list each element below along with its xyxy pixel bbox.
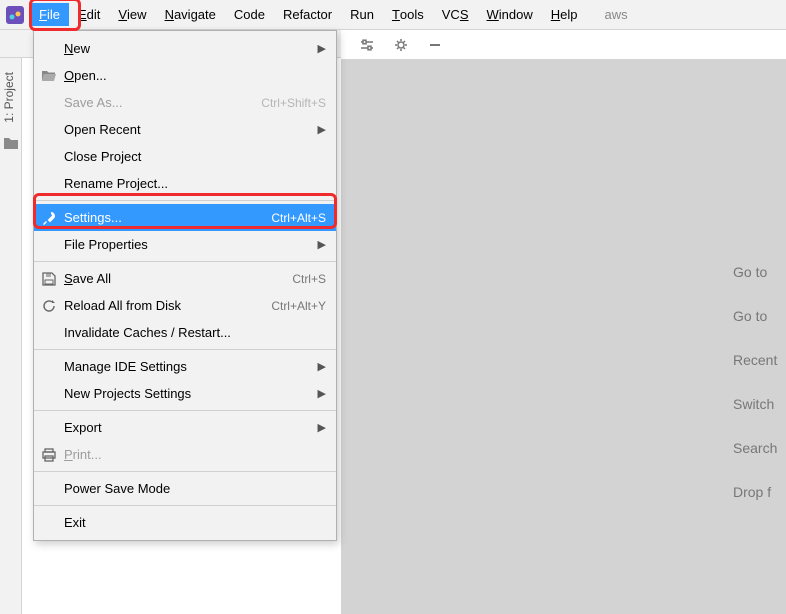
menu-item-label: File Properties [64, 237, 318, 252]
menu-item-label: New [64, 41, 318, 56]
gear-icon[interactable] [393, 37, 409, 53]
menu-separator [34, 261, 336, 262]
menu-item-close-project[interactable]: Close Project [34, 143, 336, 170]
menu-item-new-projects-settings[interactable]: New Projects Settings▶ [34, 380, 336, 407]
menu-item-reload-all-from-disk[interactable]: Reload All from DiskCtrl+Alt+Y [34, 292, 336, 319]
file-menu-dropdown: New▶Open...Save As...Ctrl+Shift+SOpen Re… [33, 30, 337, 541]
menubar: FileEditViewNavigateCodeRefactorRunTools… [0, 0, 786, 30]
wrench-icon [40, 210, 58, 226]
menu-item-label: Invalidate Caches / Restart... [64, 325, 326, 340]
menu-item-label: Manage IDE Settings [64, 359, 318, 374]
editor-area [341, 30, 786, 614]
menu-separator [34, 349, 336, 350]
save-icon [40, 271, 58, 287]
menu-item-label: Save As... [64, 95, 261, 110]
menu-item-label: Save All [64, 271, 292, 286]
chevron-right-icon: ▶ [318, 421, 326, 434]
menu-item-label: Open... [64, 68, 326, 83]
menu-item-shortcut: Ctrl+Shift+S [261, 96, 326, 110]
menu-item-rename-project[interactable]: Rename Project... [34, 170, 336, 197]
menu-item-label: Exit [64, 515, 326, 530]
menu-run[interactable]: Run [341, 3, 383, 26]
menu-window[interactable]: Window [478, 3, 542, 26]
menu-item-save-all[interactable]: Save AllCtrl+S [34, 265, 336, 292]
menu-item-shortcut: Ctrl+Alt+S [271, 211, 326, 225]
chevron-right-icon: ▶ [318, 42, 326, 55]
menu-item-label: Settings... [64, 210, 271, 225]
menu-separator [34, 505, 336, 506]
menu-view[interactable]: View [109, 3, 155, 26]
menu-item-new[interactable]: New▶ [34, 35, 336, 62]
welcome-hints: Go toGo toRecentSwitchSearchDrop f [733, 250, 786, 514]
menu-item-shortcut: Ctrl+S [292, 272, 326, 286]
menu-item-shortcut: Ctrl+Alt+Y [271, 299, 326, 313]
chevron-right-icon: ▶ [318, 360, 326, 373]
menu-item-label: New Projects Settings [64, 386, 318, 401]
menu-item-manage-ide-settings[interactable]: Manage IDE Settings▶ [34, 353, 336, 380]
menu-help[interactable]: Help [542, 3, 587, 26]
editor-toolbar [341, 30, 786, 60]
menu-item-export[interactable]: Export▶ [34, 414, 336, 441]
welcome-hint-line: Search [733, 426, 786, 470]
menu-item-save-as: Save As...Ctrl+Shift+S [34, 89, 336, 116]
menu-separator [34, 471, 336, 472]
welcome-hint-line: Go to [733, 250, 786, 294]
menu-item-invalidate-caches-restart[interactable]: Invalidate Caches / Restart... [34, 319, 336, 346]
menu-item-print: Print... [34, 441, 336, 468]
menu-vcs[interactable]: VCS [433, 3, 478, 26]
sidebar-gutter: 1: Project [0, 58, 22, 614]
chevron-right-icon: ▶ [318, 387, 326, 400]
print-icon [40, 447, 58, 463]
menu-item-label: Rename Project... [64, 176, 326, 191]
menu-separator [34, 410, 336, 411]
menu-code[interactable]: Code [225, 3, 274, 26]
menu-separator [34, 200, 336, 201]
menu-item-file-properties[interactable]: File Properties▶ [34, 231, 336, 258]
menu-item-label: Power Save Mode [64, 481, 326, 496]
app-logo [4, 4, 26, 26]
menu-item-label: Print... [64, 447, 326, 462]
menu-item-power-save-mode[interactable]: Power Save Mode [34, 475, 336, 502]
menu-item-label: Open Recent [64, 122, 318, 137]
sidebar-tab-project[interactable]: 1: Project [0, 68, 18, 127]
menu-refactor[interactable]: Refactor [274, 3, 341, 26]
menu-item-label: Export [64, 420, 318, 435]
welcome-hint-line: Recent [733, 338, 786, 382]
menu-tools[interactable]: Tools [383, 3, 433, 26]
chevron-right-icon: ▶ [318, 238, 326, 251]
menu-item-exit[interactable]: Exit [34, 509, 336, 536]
menu-item-label: Reload All from Disk [64, 298, 271, 313]
menu-file[interactable]: File [30, 3, 69, 26]
menu-item-open[interactable]: Open... [34, 62, 336, 89]
menubar-trailing-text: aws [597, 3, 636, 26]
welcome-hint-line: Go to [733, 294, 786, 338]
menu-navigate[interactable]: Navigate [156, 3, 225, 26]
chevron-right-icon: ▶ [318, 123, 326, 136]
folder-icon[interactable] [0, 137, 21, 149]
welcome-hint-line: Switch [733, 382, 786, 426]
menu-item-open-recent[interactable]: Open Recent▶ [34, 116, 336, 143]
menu-edit[interactable]: Edit [69, 3, 109, 26]
sliders-icon[interactable] [359, 37, 375, 53]
menu-item-settings[interactable]: Settings...Ctrl+Alt+S [34, 204, 336, 231]
folder-open-icon [40, 68, 58, 84]
welcome-hint-line: Drop f [733, 470, 786, 514]
refresh-icon [40, 298, 58, 314]
minimize-icon[interactable] [427, 37, 443, 53]
menu-item-label: Close Project [64, 149, 326, 164]
